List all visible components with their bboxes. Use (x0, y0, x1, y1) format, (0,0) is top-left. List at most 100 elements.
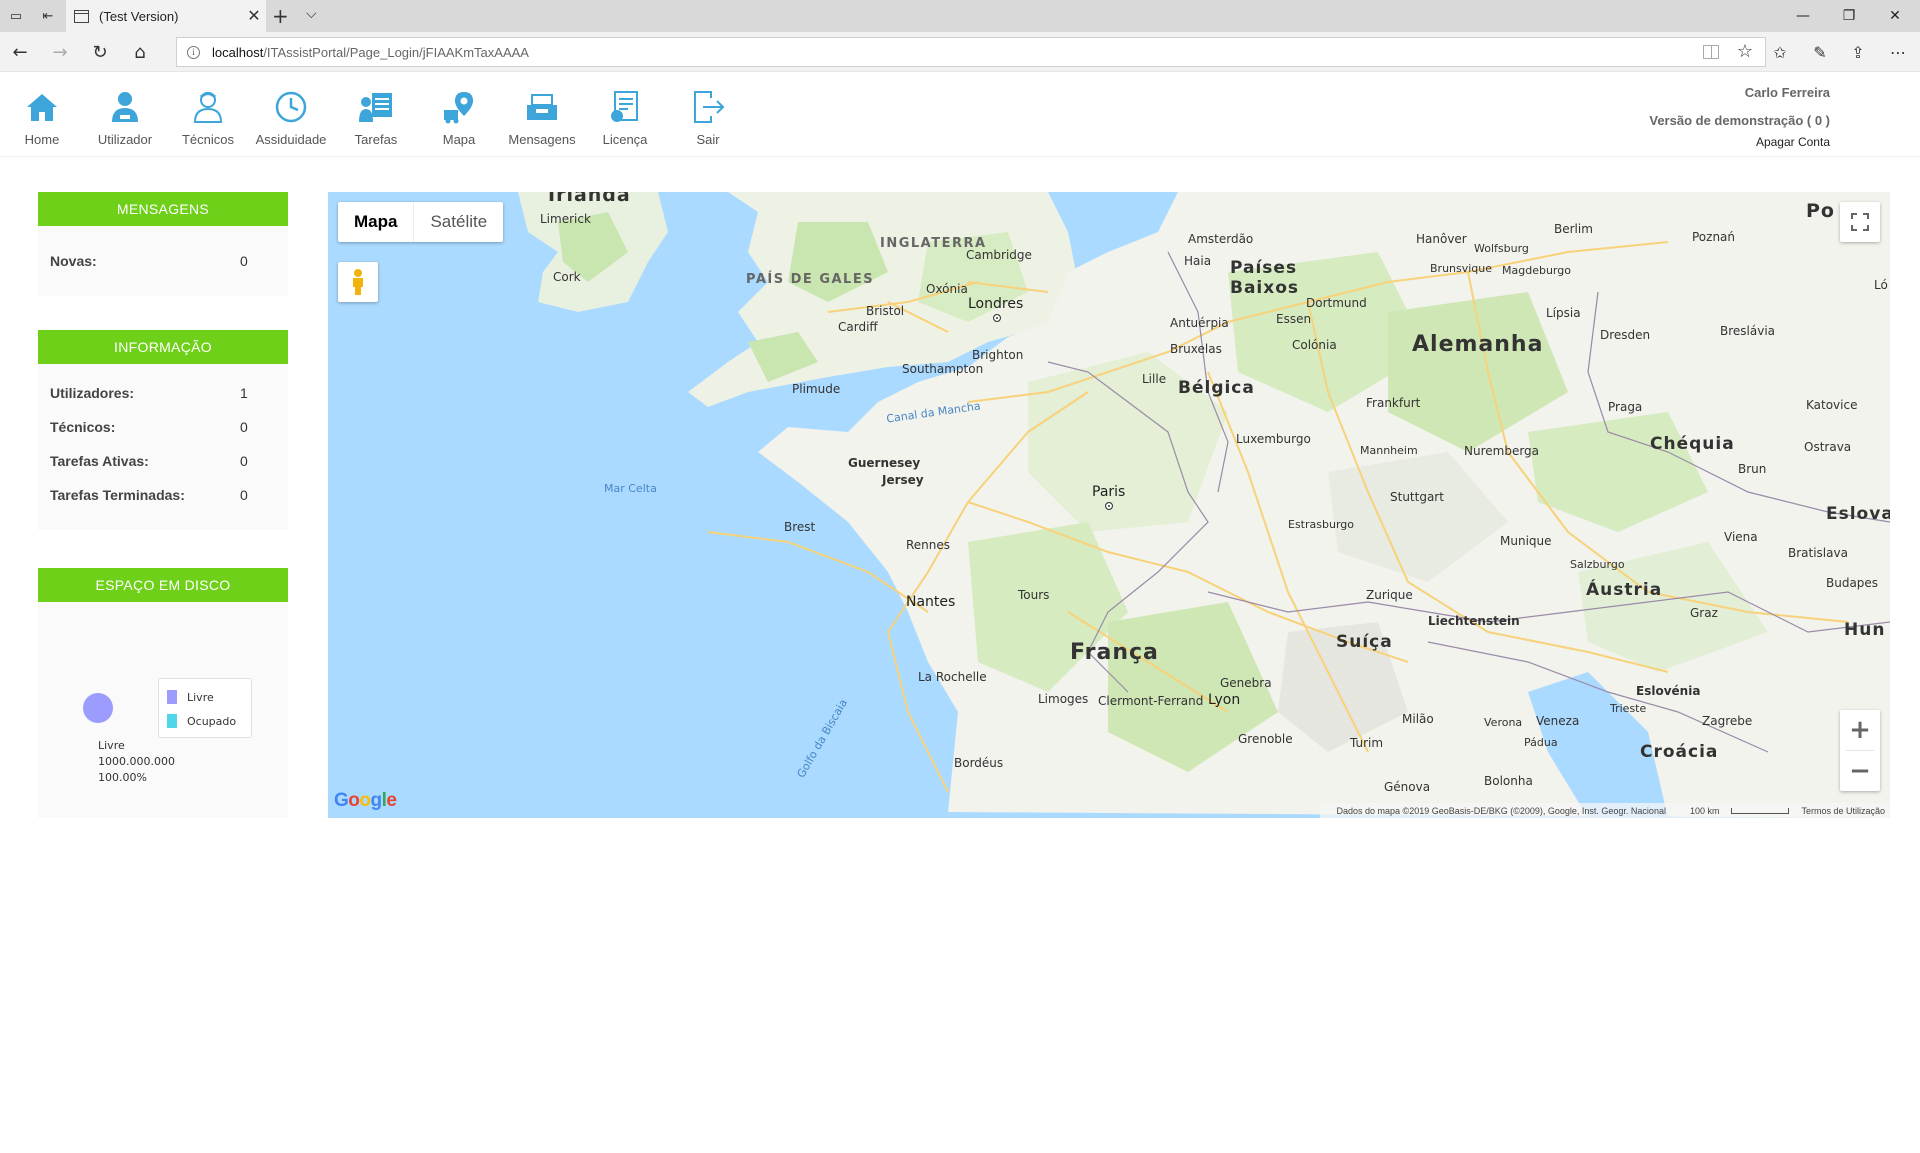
map-label-mar-celta: Mar Celta (604, 482, 657, 495)
refresh-icon[interactable]: ↻ (88, 41, 112, 63)
nav-tecnicos[interactable]: Técnicos (168, 86, 248, 147)
demo-version: Versão de demonstração ( 0 ) (1649, 113, 1830, 128)
zoom-out-button[interactable]: − (1840, 751, 1880, 791)
map-label-plimude: Plimude (792, 382, 841, 396)
map-label-hanover: Hanôver (1416, 232, 1467, 246)
nav-assiduidade[interactable]: Assiduidade (251, 86, 331, 147)
row-value: 0 (240, 253, 248, 269)
logout-icon (668, 86, 748, 128)
nav-utilizador[interactable]: Utilizador (85, 86, 165, 147)
map-terms-link[interactable]: Termos de Utilização (1801, 806, 1885, 816)
pen-icon[interactable]: ✎ (1808, 41, 1832, 63)
map-label-suica: Suíça (1336, 632, 1393, 652)
map-label-colonia: Colónia (1292, 338, 1337, 352)
map-label-veneza: Veneza (1536, 714, 1580, 728)
home-icon (2, 86, 82, 128)
nav-label: Licença (602, 132, 648, 147)
nav-label: Sair (696, 132, 720, 147)
nav-home[interactable]: Home (2, 86, 82, 147)
map-pin-icon (419, 86, 499, 128)
info-row-active-tasks: Tarefas Ativas: 0 (38, 444, 288, 478)
messages-row-new: Novas: 0 (38, 244, 288, 278)
map-label-nuremberga: Nuremberga (1464, 444, 1540, 458)
site-info-icon[interactable]: i (187, 45, 200, 59)
map-data-attribution[interactable]: Dados do mapa ©2019 GeoBasis-DE/BKG (©20… (1337, 806, 1666, 816)
delete-account-link[interactable]: Apagar Conta (1756, 135, 1830, 149)
map-label-padua: Pádua (1524, 736, 1558, 749)
map-label-limerick: Limerick (540, 212, 591, 226)
map-label-genebra: Genebra (1220, 676, 1272, 690)
map-label-bratislava: Bratislava (1788, 546, 1848, 560)
map-label-lodz: Ló (1874, 278, 1888, 292)
map-label-viena: Viena (1724, 530, 1758, 544)
messages-panel-title: MENSAGENS (38, 192, 288, 226)
map-label-stuttgart: Stuttgart (1390, 490, 1444, 504)
nav-tarefas[interactable]: Tarefas (336, 86, 416, 147)
new-tab-icon[interactable]: + (272, 4, 289, 28)
map-label-cambridge: Cambridge (966, 248, 1032, 262)
google-logo[interactable]: Google (334, 790, 397, 812)
restore-icon[interactable]: ❐ (1826, 0, 1872, 32)
capital-marker (1105, 502, 1113, 510)
map-label-dortmund: Dortmund (1306, 296, 1367, 310)
nav-mensagens[interactable]: Mensagens (502, 86, 582, 147)
close-window-icon[interactable]: ✕ (1872, 0, 1918, 32)
favorite-star-icon[interactable]: ☆ (1737, 41, 1753, 62)
map-label-austria: Áustria (1586, 580, 1663, 600)
nav-sair[interactable]: Sair (668, 86, 748, 147)
row-value: 0 (240, 419, 248, 435)
row-label: Tarefas Ativas: (50, 453, 149, 469)
nav-label: Home (24, 132, 60, 147)
map-label-poznan: Poznań (1692, 230, 1736, 244)
url-input[interactable]: i localhost /ITAssistPortal/Page_Login/j… (176, 37, 1766, 67)
back-icon[interactable]: ← (8, 41, 32, 63)
map-label-katovice: Katovice (1806, 398, 1858, 412)
map-type-map-button[interactable]: Mapa (338, 202, 413, 242)
map-label-cardiff: Cardiff (838, 320, 878, 334)
map-label-nantes: Nantes (906, 594, 956, 610)
reading-view-icon[interactable] (1703, 45, 1719, 59)
share-icon[interactable]: ⇪ (1846, 41, 1870, 63)
fullscreen-icon[interactable] (1840, 202, 1880, 242)
nav-mapa[interactable]: Mapa (419, 86, 499, 147)
tabs-aside-icon[interactable]: ⇤ (38, 6, 58, 26)
inbox-icon (502, 86, 582, 128)
more-icon[interactable]: ⋯ (1886, 41, 1910, 63)
map-label-graz: Graz (1690, 606, 1718, 620)
forward-icon[interactable]: → (48, 41, 72, 63)
map-label-polonia: Po (1806, 200, 1835, 222)
browser-tab[interactable]: (Test Version) ✕ (66, 0, 266, 32)
legend-label: Ocupado (187, 714, 237, 728)
map-label-rennes: Rennes (906, 538, 951, 552)
app-navigation: Home Utilizador Técnicos Assiduidade Tar… (0, 72, 1920, 157)
tab-list-chevron-icon[interactable]: ⌵ (306, 6, 317, 22)
tab-title: (Test Version) (99, 8, 179, 24)
map-label-southampton: Southampton (902, 362, 984, 376)
map-label-praga: Praga (1608, 400, 1643, 414)
technician-icon (168, 86, 248, 128)
zoom-in-button[interactable]: + (1840, 710, 1880, 750)
map-label-chequia: Chéquia (1650, 434, 1735, 454)
nav-label: Utilizador (97, 132, 153, 147)
disk-legend: Livre Ocupado (158, 678, 252, 738)
map-type-satellite-button[interactable]: Satélite (413, 202, 503, 242)
map-label-bordeus: Bordéus (954, 756, 1004, 770)
minimize-icon[interactable]: — (1780, 0, 1826, 32)
favorites-icon[interactable]: ✩ (1768, 41, 1792, 63)
map-label-wolfsburg: Wolfsburg (1474, 242, 1529, 255)
home-browser-icon[interactable]: ⌂ (128, 41, 152, 63)
legend-item-used[interactable]: Ocupado (167, 709, 243, 733)
tab-actions-icon[interactable]: ▭ (6, 6, 26, 26)
street-view-pegman-icon[interactable] (338, 262, 378, 302)
disk-caption-value: 1000.000.000 (98, 755, 175, 768)
nav-licenca[interactable]: Licença (585, 86, 665, 147)
info-row-finished-tasks: Tarefas Terminadas: 0 (38, 478, 288, 512)
row-value: 0 (240, 487, 248, 503)
map-label-turim: Turim (1350, 736, 1384, 750)
map-label-zagrebe: Zagrebe (1702, 714, 1753, 728)
map-canvas[interactable]: Irlanda Limerick Cork INGLATERRA PAÍS DE… (328, 192, 1890, 818)
close-tab-icon[interactable]: ✕ (242, 6, 266, 26)
map-label-bolonha: Bolonha (1484, 774, 1533, 788)
legend-item-free[interactable]: Livre (167, 685, 243, 709)
map-scale[interactable]: 100 km (1678, 806, 1790, 816)
